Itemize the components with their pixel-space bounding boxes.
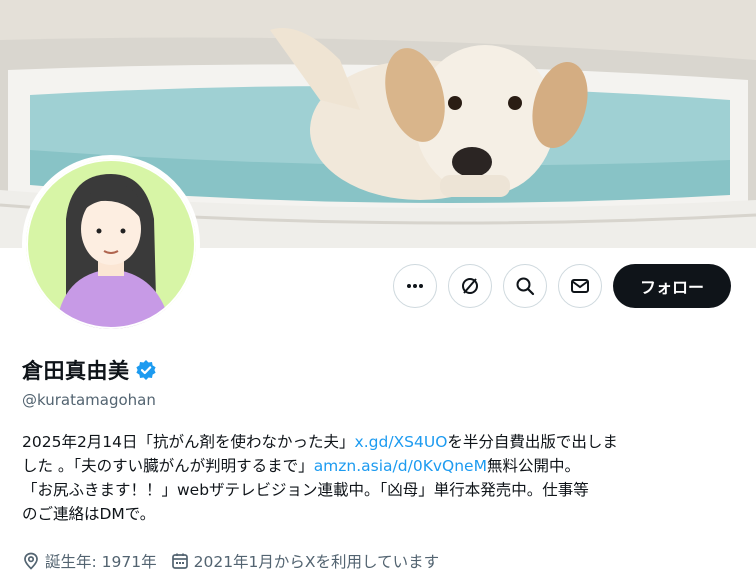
verified-badge-icon[interactable]	[135, 359, 157, 381]
display-name: 倉田真由美	[22, 359, 130, 383]
profile-avatar[interactable]	[22, 155, 200, 333]
name-row: 倉田真由美	[22, 356, 157, 384]
bio: 2025年2月14日「抗がん剤を使わなかった夫」x.gd/XS4UOを半分自費出…	[22, 430, 734, 526]
avatar-image	[26, 159, 196, 329]
more-button[interactable]	[393, 264, 437, 308]
joined-text: 2021年1月からXを利用しています	[193, 553, 440, 571]
bio-line: した 。「夫のすい臓がんが判明するまで」amzn.asia/d/0KvQneM無…	[22, 454, 734, 478]
calendar-icon	[171, 553, 188, 569]
birth-text: 誕生年: 1971年	[45, 553, 157, 571]
handle: @kuratamagohan	[22, 391, 156, 409]
bio-text: した 。「夫のすい臓がんが判明するまで」	[22, 457, 314, 475]
message-icon	[571, 279, 589, 293]
bio-line: のご連絡はDMで。	[22, 505, 156, 523]
follow-button[interactable]: フォロー	[613, 264, 731, 308]
grok-button[interactable]	[448, 264, 492, 308]
bio-text: 2025年2月14日「抗がん剤を使わなかった夫」	[22, 433, 355, 451]
joined-info: 2021年1月からXを利用しています	[171, 550, 439, 572]
bio-line: 2025年2月14日「抗がん剤を使わなかった夫」x.gd/XS4UOを半分自費出…	[22, 430, 734, 454]
birth-info: 誕生年: 1971年	[22, 550, 157, 572]
bio-link[interactable]: amzn.asia/d/0KvQneM	[314, 457, 487, 475]
bio-link[interactable]: x.gd/XS4UO	[355, 433, 448, 451]
grok-icon	[462, 278, 478, 294]
bio-text: を半分自費出版で出しま	[447, 433, 618, 451]
location-pin-icon	[24, 552, 38, 570]
search-button[interactable]	[503, 264, 547, 308]
profile-meta: 誕生年: 1971年 2021年1月からXを利用しています	[22, 550, 453, 572]
message-button[interactable]	[558, 264, 602, 308]
search-icon	[516, 277, 535, 296]
bio-text: 無料公開中。	[486, 457, 580, 475]
bio-line: 「お尻ふきます！！」webザテレビジョン連載中。「凶母」単行本発売中。仕事等	[22, 481, 589, 499]
more-icon	[407, 284, 423, 288]
